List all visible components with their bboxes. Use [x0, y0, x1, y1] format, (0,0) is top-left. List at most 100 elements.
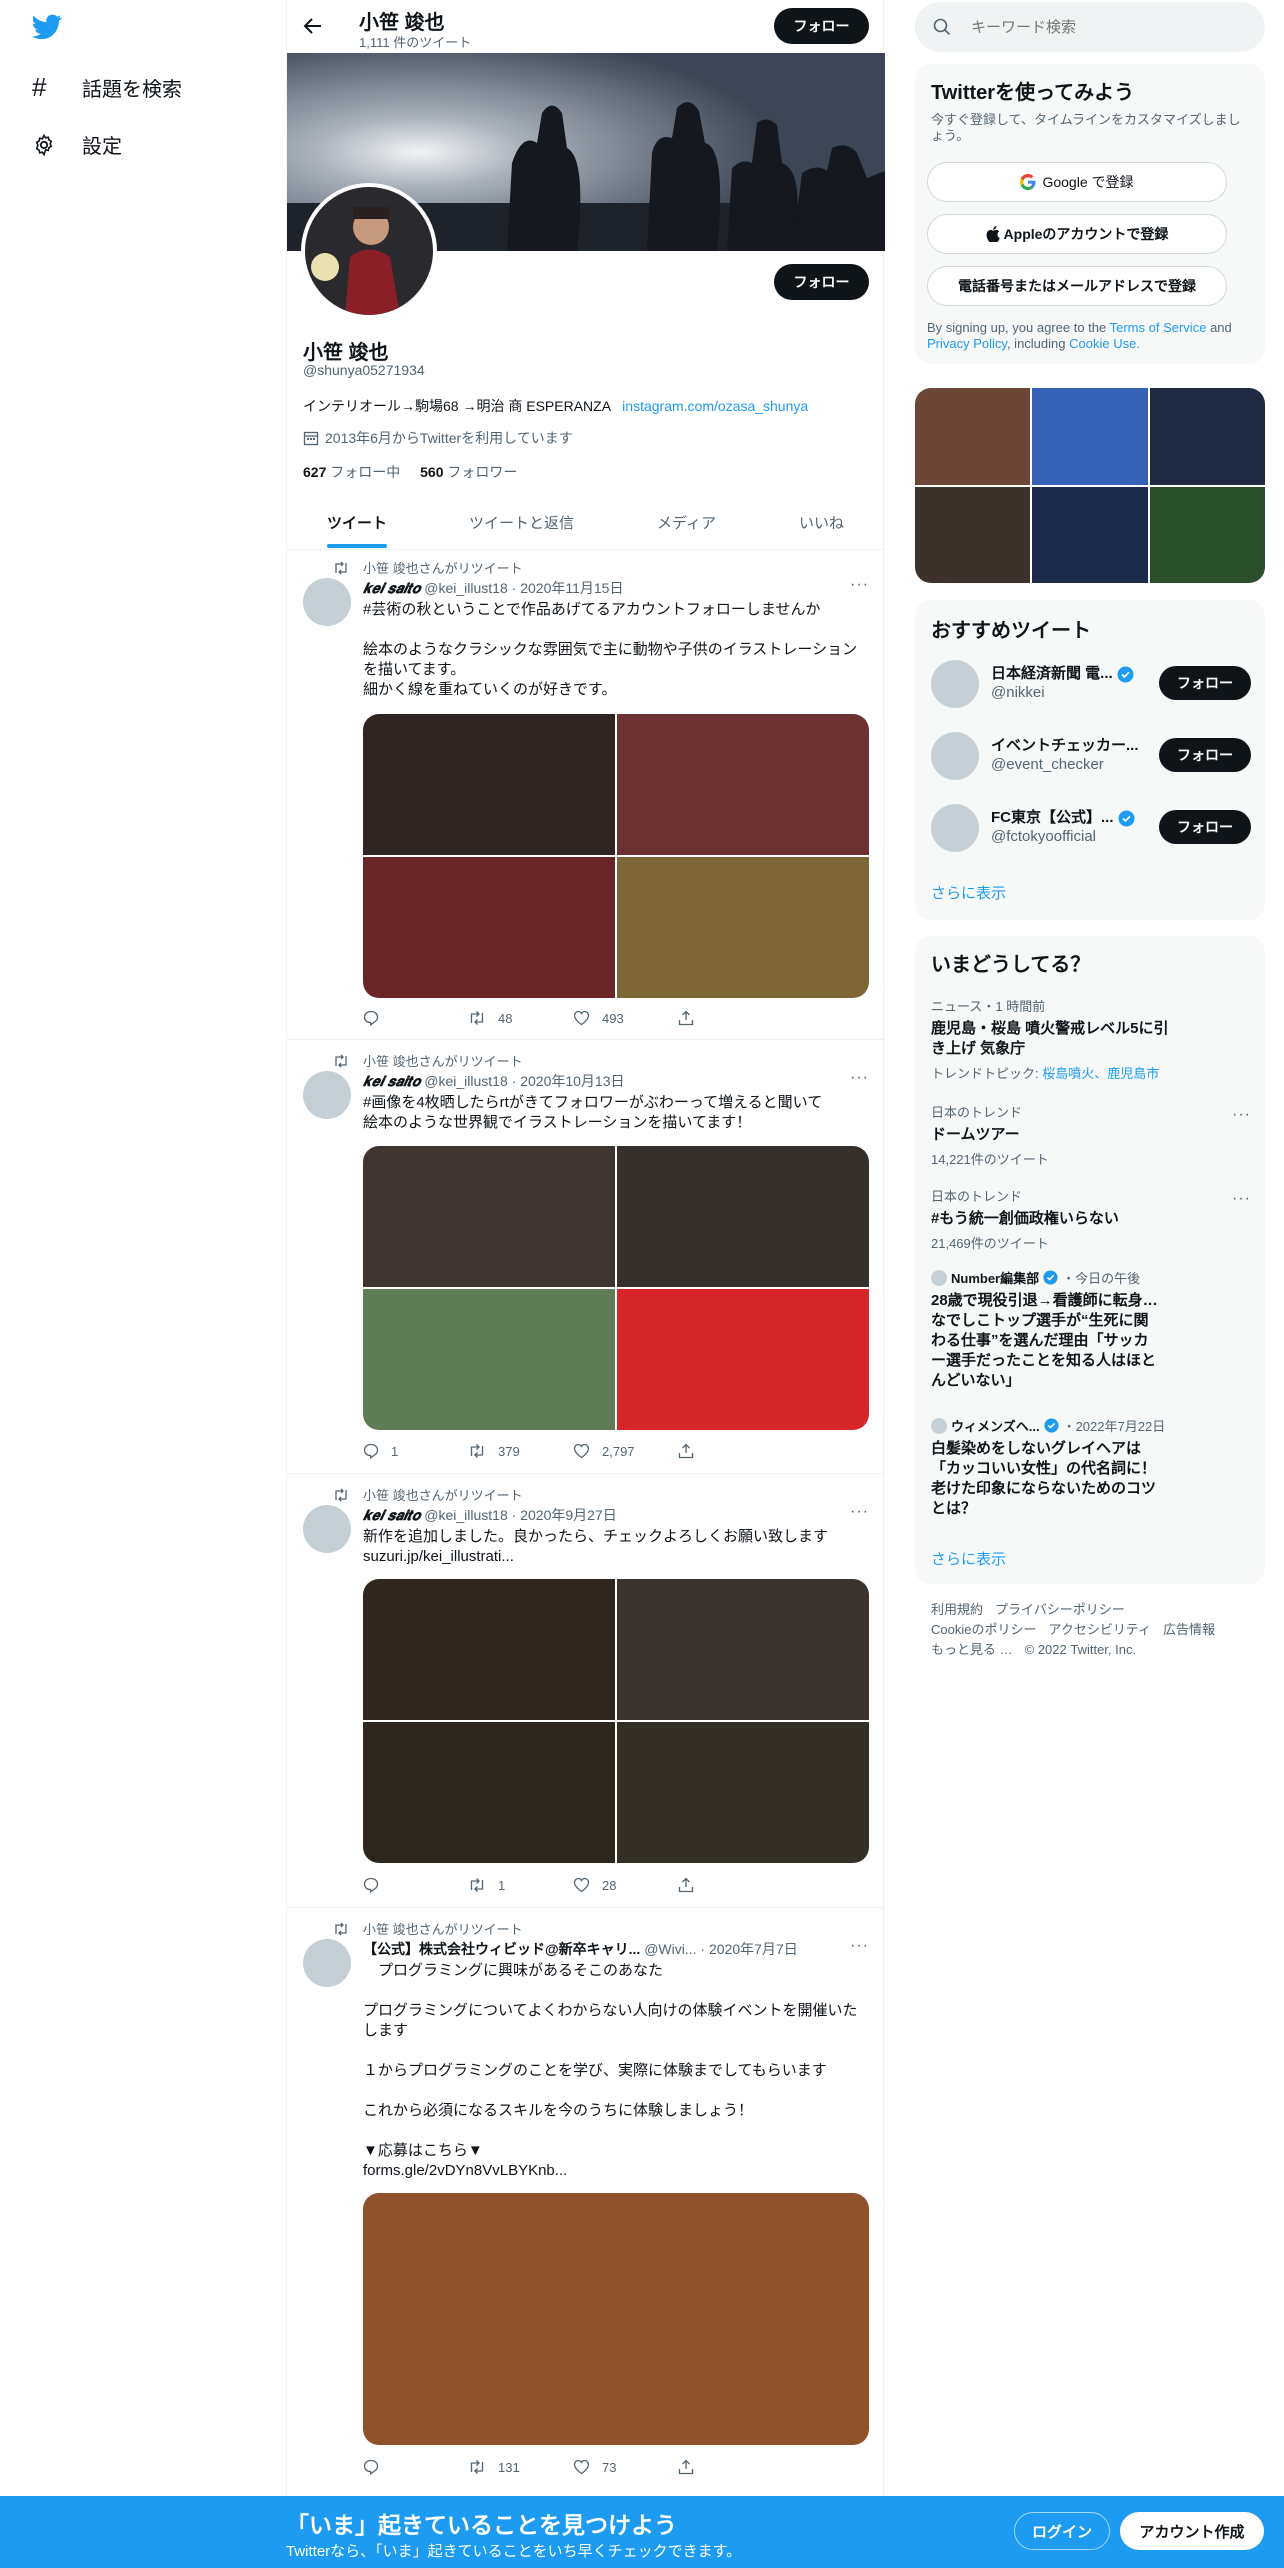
- tab-replies[interactable]: ツイートと返信: [469, 512, 574, 533]
- avatar[interactable]: [303, 1939, 351, 1987]
- reply-button[interactable]: [363, 1877, 468, 1893]
- tweet-image[interactable]: [363, 2193, 869, 2445]
- back-arrow-icon[interactable]: [303, 16, 323, 36]
- tweet-date[interactable]: 2020年9月27日: [520, 1507, 617, 1523]
- apple-signup-button[interactable]: Appleのアカウントで登録: [927, 214, 1227, 254]
- tab-tweets[interactable]: ツイート: [327, 512, 387, 533]
- media-thumbnail[interactable]: [1032, 486, 1148, 583]
- recommended-account[interactable]: 日本経済新聞 電... @nikkei フォロー: [931, 656, 1251, 712]
- tweet[interactable]: 小笹 竣也さんがリツイート 𝒌𝒆𝒊 𝒔𝒂𝒊𝒕𝒐 @kei_illust18 · …: [287, 550, 885, 1040]
- like-button[interactable]: 2,797: [573, 1443, 678, 1459]
- avatar[interactable]: [931, 660, 979, 708]
- avatar[interactable]: [303, 1071, 351, 1119]
- google-signup-button[interactable]: Google で登録: [927, 162, 1227, 202]
- twitter-logo-icon[interactable]: [32, 14, 62, 40]
- tweet-link[interactable]: suzuri.jp/kei_illustrati...: [363, 1547, 869, 1567]
- tweet-image[interactable]: [617, 1146, 869, 1287]
- media-thumbnail[interactable]: [1149, 388, 1265, 485]
- tweet-image[interactable]: [617, 1722, 869, 1863]
- tweet-image[interactable]: [617, 1289, 869, 1430]
- tweet-image[interactable]: [617, 714, 869, 855]
- footer-link[interactable]: 広告情報: [1163, 1622, 1215, 1637]
- tweet-image[interactable]: [363, 714, 615, 855]
- news-item[interactable]: Number編集部 ・今日の午後 28歳で現役引退→看護師に転身…なでしこトップ選…: [931, 1268, 1251, 1391]
- trend-item[interactable]: ニュース・1 時間前 鹿児島・桜島 噴火警戒レベル5に引き上げ 気象庁 トレンド…: [931, 996, 1251, 1082]
- tweet[interactable]: 小笹 竣也さんがリツイート 𝒌𝒆𝒊 𝒔𝒂𝒊𝒕𝒐 @kei_illust18 · …: [287, 1475, 885, 1908]
- more-icon[interactable]: ···: [850, 1069, 869, 1087]
- tweet-image[interactable]: [363, 1146, 615, 1287]
- tweet-date[interactable]: 2020年11月15日: [520, 580, 623, 596]
- tab-likes[interactable]: いいね: [799, 512, 844, 533]
- tweet-image[interactable]: [363, 857, 615, 998]
- tweet-media-grid[interactable]: [363, 1579, 869, 1863]
- tweet[interactable]: 小笹 竣也さんがリツイート 【公式】株式会社ウィビッド@新卒キャリ... @Wi…: [287, 1909, 885, 2496]
- header-follow-button[interactable]: フォロー: [774, 8, 869, 44]
- media-thumbnail[interactable]: [1149, 486, 1265, 583]
- tweet[interactable]: 小笹 竣也さんがリツイート 𝒌𝒆𝒊 𝒔𝒂𝒊𝒕𝒐 @kei_illust18 · …: [287, 1041, 885, 1474]
- tweet-hashtag[interactable]: #画像を4枚晒したらrtがきてフォロワーがぶわーって増えると聞いて: [363, 1093, 869, 1113]
- search-input[interactable]: [971, 18, 1231, 36]
- follow-button[interactable]: フォロー: [1159, 810, 1251, 844]
- tweet-author[interactable]: 𝒌𝒆𝒊 𝒔𝒂𝒊𝒕𝒐: [363, 1073, 420, 1089]
- tweet-media-grid[interactable]: [363, 1146, 869, 1430]
- more-icon[interactable]: ···: [850, 1937, 869, 1955]
- recommended-account[interactable]: イベントチェッカー... @event_checker フォロー: [931, 728, 1251, 784]
- tab-media[interactable]: メディア: [657, 512, 716, 533]
- footer-link[interactable]: プライバシーポリシー: [995, 1602, 1125, 1617]
- tweet-image[interactable]: [363, 1579, 615, 1720]
- signup-button[interactable]: アカウント作成: [1120, 2512, 1264, 2550]
- tweet-image[interactable]: [617, 857, 869, 998]
- trend-item[interactable]: 日本のトレンド ドームツアー 14,221件のツイート ···: [931, 1102, 1251, 1168]
- share-button[interactable]: [678, 1877, 783, 1893]
- search-box[interactable]: [915, 2, 1265, 52]
- avatar[interactable]: [931, 804, 979, 852]
- bio-link[interactable]: instagram.com/ozasa_shunya: [622, 398, 808, 414]
- trend-topics-links[interactable]: 桜島噴火、鹿児島市: [1042, 1066, 1159, 1081]
- media-thumbnail[interactable]: [1032, 388, 1148, 485]
- reply-button[interactable]: [363, 2459, 468, 2475]
- tweet-link[interactable]: forms.gle/2vDYn8VvLBYKnb...: [363, 2161, 869, 2181]
- following-link[interactable]: 627 フォロー中: [303, 464, 400, 480]
- show-more-link[interactable]: さらに表示: [931, 882, 1006, 903]
- show-more-link[interactable]: さらに表示: [931, 1548, 1006, 1569]
- retweet-button[interactable]: 48: [468, 1010, 573, 1026]
- avatar[interactable]: [303, 578, 351, 626]
- footer-link[interactable]: Cookieのポリシー: [931, 1622, 1036, 1637]
- retweet-button[interactable]: 379: [468, 1443, 573, 1459]
- phone-email-signup-button[interactable]: 電話番号またはメールアドレスで登録: [927, 266, 1227, 306]
- avatar[interactable]: [301, 183, 437, 319]
- tweet-author[interactable]: 𝒌𝒆𝒊 𝒔𝒂𝒊𝒕𝒐: [363, 580, 420, 596]
- cookie-link[interactable]: Cookie Use.: [1069, 336, 1140, 351]
- retweet-button[interactable]: 1: [468, 1877, 573, 1893]
- tweet-date[interactable]: 2020年7月7日: [709, 1941, 798, 1957]
- more-icon[interactable]: ···: [850, 576, 869, 594]
- tweet-image[interactable]: [617, 1579, 869, 1720]
- tweet-image[interactable]: [363, 1722, 615, 1863]
- media-thumbnail[interactable]: [915, 388, 1031, 485]
- nav-explore[interactable]: # 話題を検索: [32, 72, 182, 103]
- avatar[interactable]: [303, 1505, 351, 1553]
- tweet-author[interactable]: 【公式】株式会社ウィビッド@新卒キャリ...: [363, 1941, 640, 1957]
- footer-link[interactable]: もっと見る …: [931, 1642, 1013, 1657]
- follow-button[interactable]: フォロー: [1159, 666, 1251, 700]
- more-icon[interactable]: ···: [1232, 1190, 1251, 1208]
- like-button[interactable]: 28: [573, 1877, 678, 1893]
- terms-link[interactable]: Terms of Service: [1110, 320, 1207, 335]
- nav-settings[interactable]: 設定: [32, 130, 122, 159]
- more-icon[interactable]: ···: [1232, 1106, 1251, 1124]
- share-button[interactable]: [678, 2459, 783, 2475]
- tweet-author[interactable]: 𝒌𝒆𝒊 𝒔𝒂𝒊𝒕𝒐: [363, 1507, 420, 1523]
- footer-link[interactable]: 利用規約: [931, 1602, 983, 1617]
- more-icon[interactable]: ···: [850, 1503, 869, 1521]
- followers-link[interactable]: 560 フォロワー: [420, 464, 517, 480]
- avatar[interactable]: [931, 732, 979, 780]
- login-button[interactable]: ログイン: [1014, 2512, 1110, 2550]
- retweet-button[interactable]: 131: [468, 2459, 573, 2475]
- news-item[interactable]: ウィメンズヘ... ・2022年7月22日 白髪染めをしないグレイヘアは「カッコい…: [931, 1416, 1251, 1519]
- tweet-image[interactable]: [363, 1289, 615, 1430]
- tweet-hashtag[interactable]: #芸術の秋ということで作品あげてるアカウントフォローしませんか: [363, 600, 869, 620]
- media-thumbnail[interactable]: [915, 486, 1031, 583]
- privacy-link[interactable]: Privacy Policy: [927, 336, 1007, 351]
- share-button[interactable]: [678, 1010, 783, 1026]
- profile-follow-button[interactable]: フォロー: [774, 264, 869, 300]
